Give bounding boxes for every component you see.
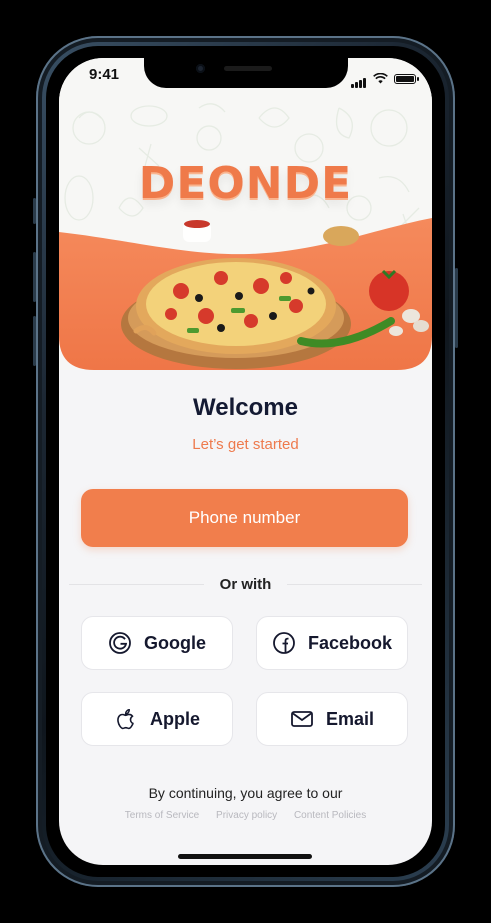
- facebook-button[interactable]: Facebook: [256, 616, 408, 670]
- apple-icon: [117, 709, 134, 730]
- privacy-policy-link[interactable]: Privacy policy: [216, 810, 277, 821]
- status-time: 9:41: [89, 66, 120, 83]
- app-screen: 9:41 DEONDE Welcome Let’s get started Ph…: [59, 58, 432, 865]
- wifi-icon: [373, 73, 388, 84]
- earpiece-speaker: [224, 66, 272, 71]
- legal-notice: By continuing, you agree to our: [148, 785, 343, 801]
- battery-icon: [394, 73, 419, 84]
- side-button-silent: [33, 198, 36, 224]
- status-icons: [351, 69, 419, 88]
- apple-label: Apple: [149, 708, 200, 729]
- welcome-title: Welcome: [193, 394, 298, 421]
- google-label: Google: [144, 632, 206, 653]
- side-button-volume-up: [33, 252, 36, 302]
- side-button-power: [455, 268, 458, 348]
- notch: [144, 56, 348, 88]
- or-with-label-wrap: Or with: [59, 574, 432, 593]
- email-icon: [291, 711, 313, 727]
- email-button[interactable]: Email: [256, 692, 408, 746]
- signal-icon: [351, 69, 367, 88]
- side-button-volume-down: [33, 316, 36, 366]
- pizza-illustration: [121, 220, 429, 369]
- apple-button[interactable]: Apple: [81, 692, 233, 746]
- home-indicator[interactable]: [178, 854, 312, 859]
- phone-number-button[interactable]: Phone number: [81, 489, 408, 547]
- terms-of-service-link[interactable]: Terms of Service: [125, 810, 199, 821]
- google-button[interactable]: Google: [81, 616, 233, 670]
- front-camera: [196, 64, 205, 73]
- brand-logo: DEONDE: [138, 158, 353, 209]
- welcome-subtitle: Let’s get started: [192, 436, 299, 453]
- facebook-icon: [273, 632, 295, 654]
- google-icon: [109, 632, 131, 654]
- content-policies-link[interactable]: Content Policies: [294, 810, 366, 821]
- facebook-label: Facebook: [307, 632, 393, 653]
- email-label: Email: [325, 708, 375, 729]
- legal-links: Terms of Service Privacy policy Content …: [59, 810, 432, 821]
- or-with-label: Or with: [203, 576, 288, 593]
- hero-banner: DEONDE: [59, 58, 432, 370]
